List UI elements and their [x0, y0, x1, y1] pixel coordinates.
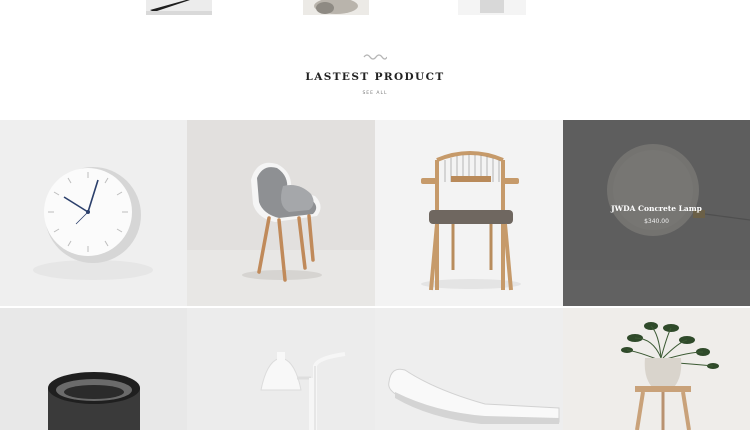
product-tile[interactable] — [187, 120, 375, 306]
product-tile[interactable] — [375, 308, 563, 430]
product-tile[interactable] — [563, 308, 750, 430]
product-hover-overlay — [563, 120, 750, 306]
featured-product-tile[interactable]: JWDA Concrete Lamp $340.00 — [563, 120, 750, 306]
previous-product-thumb-3[interactable] — [458, 0, 526, 15]
potted-plant-icon — [563, 308, 750, 430]
floor-lamp-icon — [187, 308, 375, 430]
previous-product-thumb-1[interactable] — [146, 0, 212, 15]
product-tile[interactable] — [187, 308, 375, 430]
black-bowl-icon — [0, 308, 187, 430]
product-tile[interactable] — [0, 308, 187, 430]
product-tile[interactable] — [375, 120, 563, 306]
section-title: LASTEST PRODUCT — [305, 71, 445, 83]
see-all-link[interactable]: SEE ALL — [0, 91, 750, 96]
product-grid: JWDA Concrete Lamp $340.00 — [0, 120, 750, 430]
previous-product-thumb-2[interactable] — [303, 0, 369, 15]
product-name[interactable]: JWDA Concrete Lamp — [563, 204, 750, 213]
wooden-chair-icon — [375, 120, 563, 306]
product-price: $340.00 — [644, 218, 669, 225]
white-lounge-chair-icon — [375, 308, 563, 430]
wall-clock-icon — [0, 120, 187, 306]
wave-divider-icon — [363, 54, 387, 60]
grey-armchair-icon — [187, 120, 375, 306]
product-tile[interactable] — [0, 120, 187, 306]
